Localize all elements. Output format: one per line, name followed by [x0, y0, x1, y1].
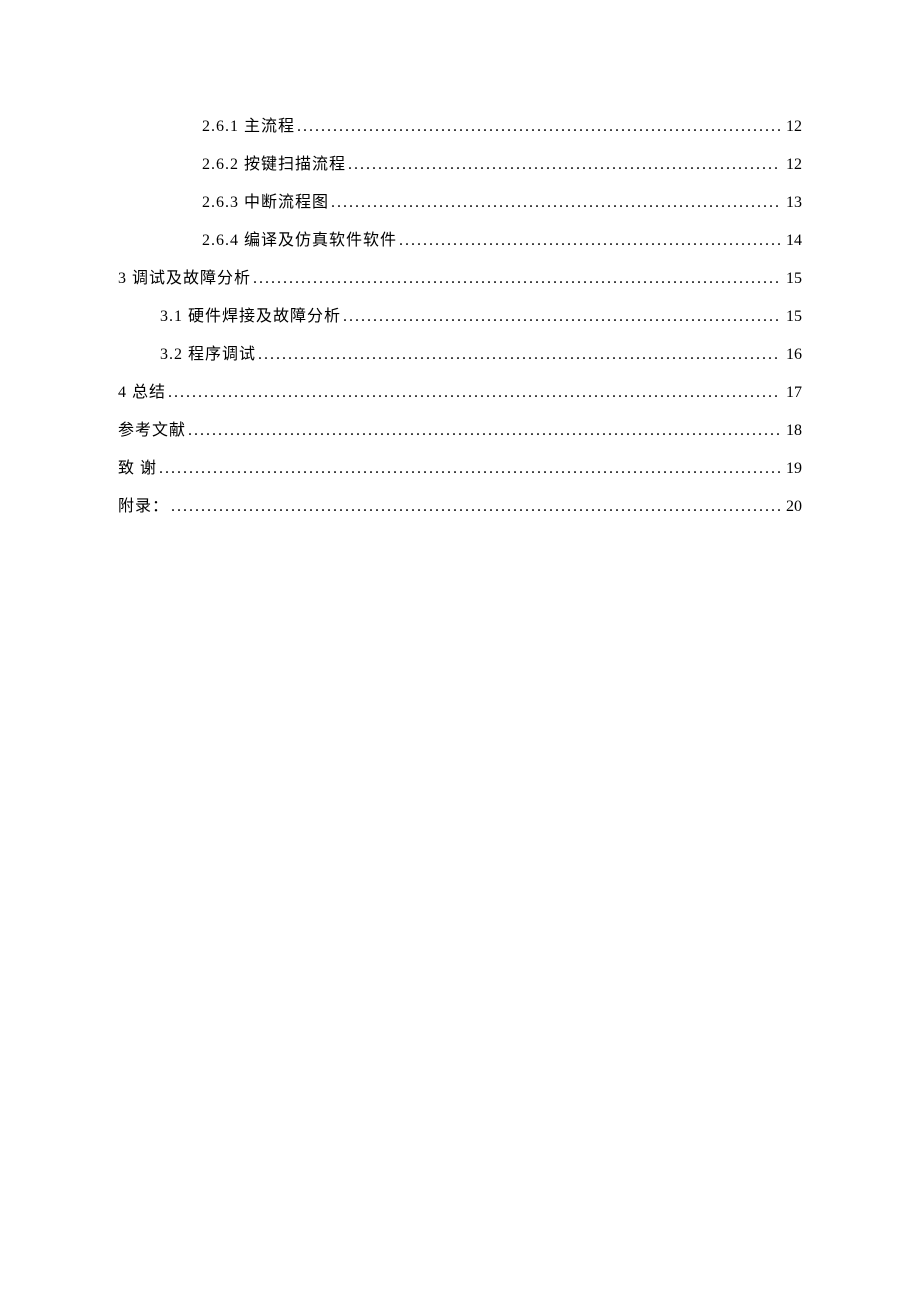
toc-entry: 2.6.2 按键扫描流程 12 — [118, 153, 802, 177]
toc-page-number: 14 — [780, 229, 802, 253]
toc-entry: 3.2 程序调试 16 — [118, 343, 802, 367]
toc-page-number: 15 — [780, 267, 802, 291]
toc-leader-dots — [256, 343, 780, 367]
toc-entry: 参考文献 18 — [118, 419, 802, 443]
toc-page-number: 20 — [780, 495, 802, 519]
toc-entry: 4 总结 17 — [118, 381, 802, 405]
toc-label: 参考文献 — [118, 419, 186, 443]
toc-entry: 3.1 硬件焊接及故障分析 15 — [118, 305, 802, 329]
toc-label: 附录： — [118, 495, 169, 519]
toc-label: 3 调试及故障分析 — [118, 267, 251, 291]
toc-leader-dots — [251, 267, 780, 291]
toc-entry: 2.6.1 主流程 12 — [118, 115, 802, 139]
toc-label: 3.1 硬件焊接及故障分析 — [160, 305, 341, 329]
toc-page-number: 12 — [780, 115, 802, 139]
toc-leader-dots — [169, 495, 780, 519]
toc-page-number: 16 — [780, 343, 802, 367]
toc-page-number: 19 — [780, 457, 802, 481]
table-of-contents: 2.6.1 主流程 12 2.6.2 按键扫描流程 12 2.6.3 中断流程图… — [118, 115, 802, 519]
toc-leader-dots — [186, 419, 780, 443]
toc-entry: 2.6.3 中断流程图 13 — [118, 191, 802, 215]
toc-label: 2.6.4 编译及仿真软件软件 — [202, 229, 397, 253]
toc-leader-dots — [346, 153, 780, 177]
toc-label: 2.6.1 主流程 — [202, 115, 295, 139]
toc-label: 致 谢 — [118, 457, 157, 481]
toc-leader-dots — [397, 229, 780, 253]
toc-entry: 致 谢 19 — [118, 457, 802, 481]
toc-page-number: 18 — [780, 419, 802, 443]
toc-page-number: 12 — [780, 153, 802, 177]
toc-label: 4 总结 — [118, 381, 166, 405]
toc-entry: 3 调试及故障分析 15 — [118, 267, 802, 291]
toc-page-number: 17 — [780, 381, 802, 405]
toc-leader-dots — [341, 305, 780, 329]
toc-leader-dots — [329, 191, 780, 215]
toc-leader-dots — [166, 381, 780, 405]
toc-label: 2.6.3 中断流程图 — [202, 191, 329, 215]
toc-entry: 附录： 20 — [118, 495, 802, 519]
toc-page-number: 13 — [780, 191, 802, 215]
toc-label: 2.6.2 按键扫描流程 — [202, 153, 346, 177]
toc-leader-dots — [157, 457, 780, 481]
toc-label: 3.2 程序调试 — [160, 343, 256, 367]
toc-page-number: 15 — [780, 305, 802, 329]
toc-leader-dots — [295, 115, 780, 139]
toc-entry: 2.6.4 编译及仿真软件软件 14 — [118, 229, 802, 253]
